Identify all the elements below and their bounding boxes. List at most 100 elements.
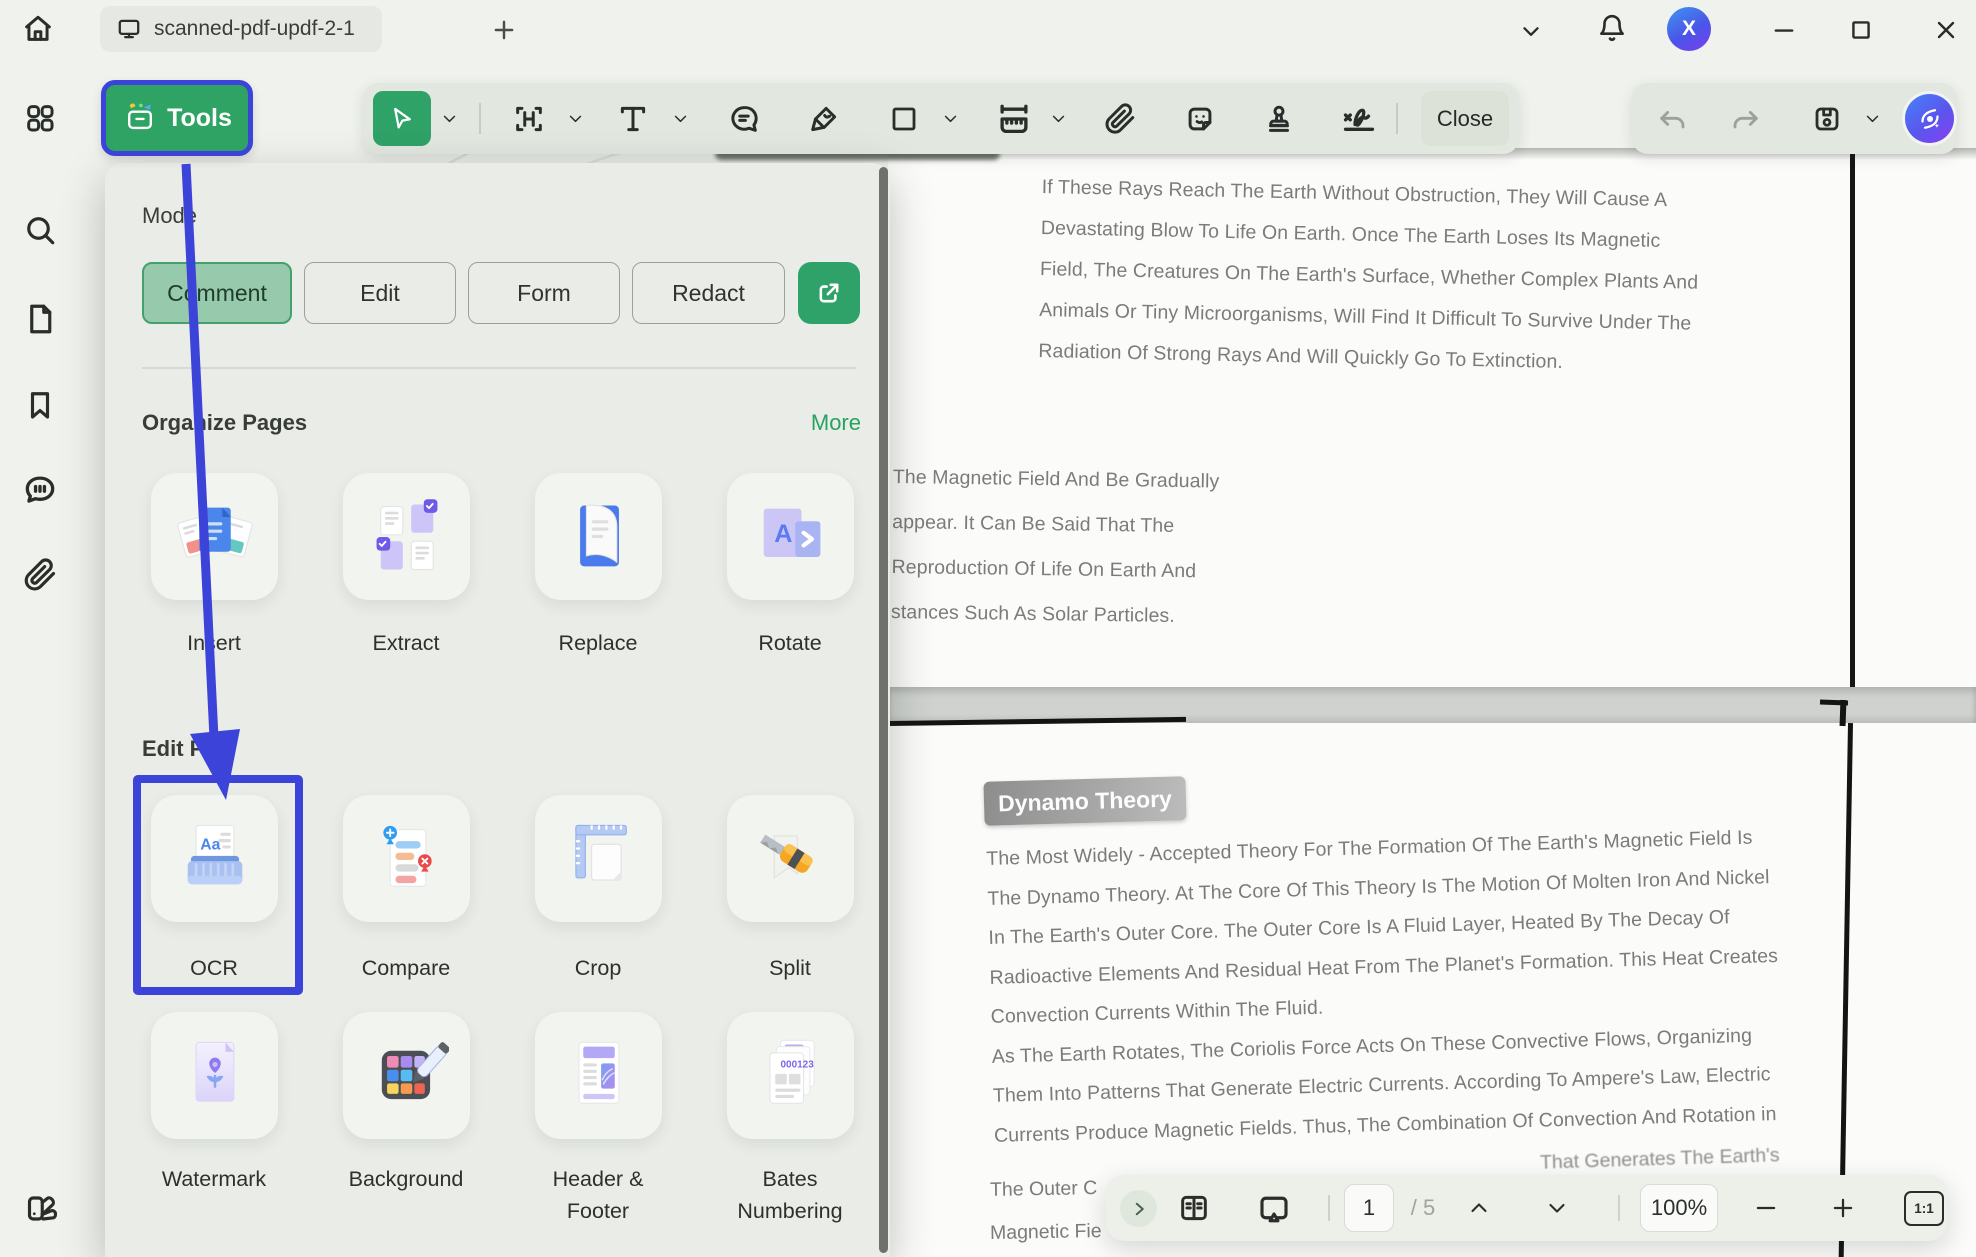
save-icon[interactable] xyxy=(1808,83,1846,154)
mode-button-form[interactable]: Form xyxy=(468,262,620,324)
theme-palette-icon[interactable] xyxy=(21,1188,59,1226)
tile-background[interactable] xyxy=(343,1012,470,1139)
page2-heading: Dynamo Theory xyxy=(998,785,1173,817)
ocr-highlight-box xyxy=(133,775,303,995)
tile-split[interactable] xyxy=(727,795,854,922)
comment-tool-icon[interactable] xyxy=(725,83,763,154)
mode-button-comment[interactable]: Comment xyxy=(142,262,292,324)
next-page-chevron-icon[interactable] xyxy=(1536,1175,1578,1241)
replace-illustration-icon xyxy=(557,495,641,579)
statusbar-divider xyxy=(1618,1195,1620,1221)
page2-paragraph: The Most Widely - Accepted Theory For Th… xyxy=(986,826,1783,1164)
shape-tool-chevron-icon[interactable] xyxy=(938,83,962,154)
redo-icon[interactable] xyxy=(1726,83,1764,154)
zoom-out-icon[interactable] xyxy=(1744,1175,1788,1241)
doc-line: The Magnetic Field And Be Gradually xyxy=(892,466,1219,516)
expand-sidebar-button[interactable] xyxy=(1120,1190,1157,1227)
titlebar-chevron-down-icon[interactable] xyxy=(1514,14,1548,48)
attachment-paperclip-icon[interactable] xyxy=(21,556,59,594)
tile-insert[interactable] xyxy=(151,473,278,600)
watermark-illustration-icon xyxy=(173,1034,257,1118)
tile-label-crop: Crop xyxy=(503,952,693,984)
toolbox-icon xyxy=(122,100,158,136)
tools-button[interactable]: Tools xyxy=(101,80,253,156)
measure-tool-icon[interactable] xyxy=(993,83,1035,154)
close-window-button[interactable] xyxy=(1929,13,1963,47)
select-tool-chevron-icon[interactable] xyxy=(437,83,461,154)
toolbar-divider xyxy=(1396,103,1398,134)
section-divider xyxy=(142,367,856,369)
zoom-level-input[interactable]: 100% xyxy=(1640,1184,1718,1232)
presentation-mode-icon[interactable] xyxy=(1252,1175,1296,1241)
highlight-text-tool-icon[interactable] xyxy=(510,83,548,154)
home-button[interactable] xyxy=(21,11,55,45)
compare-illustration-icon xyxy=(365,817,449,901)
save-chevron-icon[interactable] xyxy=(1860,83,1884,154)
insert-illustration-icon xyxy=(173,495,257,579)
user-avatar[interactable]: X xyxy=(1667,7,1711,51)
tile-bates-numbering[interactable]: 000123 xyxy=(727,1012,854,1139)
page-layout-icon[interactable] xyxy=(1172,1175,1216,1241)
mode-button-redact[interactable]: Redact xyxy=(632,262,785,324)
zoom-level-value: 100% xyxy=(1651,1195,1707,1221)
rotate-illustration-icon: A xyxy=(749,495,833,579)
tile-rotate[interactable]: A xyxy=(727,473,854,600)
app-grid-icon[interactable] xyxy=(21,99,59,137)
highlighter-pen-tool-icon[interactable] xyxy=(805,83,843,154)
attach-file-tool-icon[interactable] xyxy=(1101,83,1139,154)
text-tool-chevron-icon[interactable] xyxy=(668,83,692,154)
bates-numbering-illustration-icon: 000123 xyxy=(749,1034,833,1118)
tab-title: scanned-pdf-updf-2-1 xyxy=(154,17,355,41)
tile-label-rotate: Rotate xyxy=(695,627,885,659)
tools-panel: Mode Comment Edit Form Redact Organize P… xyxy=(105,163,890,1257)
maximize-button[interactable] xyxy=(1844,13,1878,47)
app-window: scanned-pdf-updf-2-1 X xyxy=(0,0,1976,1257)
pages-icon[interactable] xyxy=(21,300,59,338)
tile-replace[interactable] xyxy=(535,473,662,600)
tile-compare[interactable] xyxy=(343,795,470,922)
split-illustration-icon xyxy=(749,817,833,901)
actual-size-button[interactable]: 1:1 xyxy=(1902,1175,1946,1241)
mode-button-label: Redact xyxy=(672,280,745,307)
search-icon[interactable] xyxy=(21,211,59,249)
open-in-new-window-button[interactable] xyxy=(798,262,860,324)
tile-watermark[interactable] xyxy=(151,1012,278,1139)
tab-monitor-icon xyxy=(116,16,142,42)
comments-icon[interactable] xyxy=(21,471,59,509)
current-page-input[interactable]: 1 xyxy=(1344,1184,1394,1232)
tile-label-compare: Compare xyxy=(311,952,501,984)
new-tab-button[interactable] xyxy=(487,13,521,47)
panel-scrollbar[interactable] xyxy=(879,167,888,1253)
previous-page-chevron-icon[interactable] xyxy=(1458,1175,1500,1241)
mode-button-edit[interactable]: Edit xyxy=(304,262,456,324)
mode-button-label: Comment xyxy=(167,280,267,307)
document-tab[interactable]: scanned-pdf-updf-2-1 xyxy=(100,6,382,52)
stamp-tool-icon[interactable] xyxy=(1260,83,1298,154)
more-link-label: More xyxy=(811,410,861,435)
organize-pages-more-link[interactable]: More xyxy=(785,410,861,436)
zoom-in-icon[interactable] xyxy=(1821,1175,1865,1241)
notifications-bell-icon[interactable] xyxy=(1595,11,1629,45)
total-pages-label: / 5 xyxy=(1400,1175,1446,1241)
page1-paragraph: If These Rays Reach The Earth Without Ob… xyxy=(1038,176,1700,395)
doc-line: stances Such As Solar Particles. xyxy=(890,601,1217,651)
tile-crop[interactable] xyxy=(535,795,662,922)
undo-icon[interactable] xyxy=(1654,83,1692,154)
shape-tool-icon[interactable] xyxy=(885,83,923,154)
external-link-icon xyxy=(815,279,843,307)
highlight-tool-chevron-icon[interactable] xyxy=(563,83,587,154)
select-tool-button[interactable] xyxy=(373,91,431,146)
signature-tool-icon[interactable] xyxy=(1339,83,1379,154)
tile-label-bates-numbering: Bates Numbering xyxy=(715,1163,865,1227)
bookmark-icon[interactable] xyxy=(21,386,59,424)
measure-tool-chevron-icon[interactable] xyxy=(1046,83,1070,154)
page2-heading-highlight: Dynamo Theory xyxy=(983,776,1186,826)
close-toolbar-button[interactable]: Close xyxy=(1421,91,1509,146)
tile-extract[interactable] xyxy=(343,473,470,600)
ai-assistant-button[interactable] xyxy=(1905,94,1954,143)
background-illustration-icon xyxy=(365,1034,449,1118)
tile-header-footer[interactable] xyxy=(535,1012,662,1139)
text-tool-icon[interactable] xyxy=(614,83,652,154)
minimize-button[interactable] xyxy=(1767,13,1801,47)
sticker-tool-icon[interactable] xyxy=(1181,83,1219,154)
